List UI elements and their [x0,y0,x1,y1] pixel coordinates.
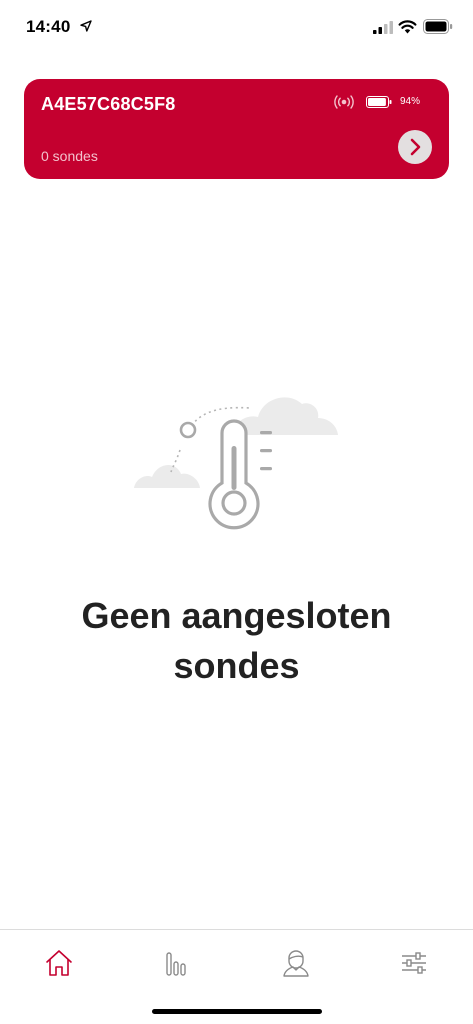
device-details-button[interactable] [398,130,432,164]
tab-statistics[interactable] [147,948,207,988]
device-battery-icon [366,96,392,108]
tab-profile[interactable] [266,948,326,988]
chevron-right-icon [410,138,421,156]
device-battery-percent: 94% [400,96,421,107]
device-id: A4E57C68C5F8 [41,94,176,114]
device-card[interactable]: A4E57C68C5F8 0 sondes [24,79,449,179]
connection-broadcast-icon [334,95,354,109]
status-time: 14:40 [26,17,71,36]
tab-settings[interactable] [384,948,444,988]
sliders-icon [402,952,426,974]
app-screen: 14:40 A4E57C68C5F8 0 sondes 94% Geen aan… [0,0,473,1024]
bar-chart-icon [166,952,186,976]
home-indicator [152,1009,322,1014]
location-arrow-icon [80,20,92,32]
profile-icon [283,950,309,977]
battery-icon [423,19,453,34]
cellular-signal-icon [373,21,393,34]
home-icon [46,950,72,976]
probe-count: 0 sondes [41,148,98,164]
thermometer-clouds-illustration [134,397,338,530]
status-bar: 14:40 [0,0,473,56]
tab-home[interactable] [29,948,89,988]
wifi-icon [398,20,417,34]
empty-state-title: Geen aangesloten sondes [81,595,392,686]
